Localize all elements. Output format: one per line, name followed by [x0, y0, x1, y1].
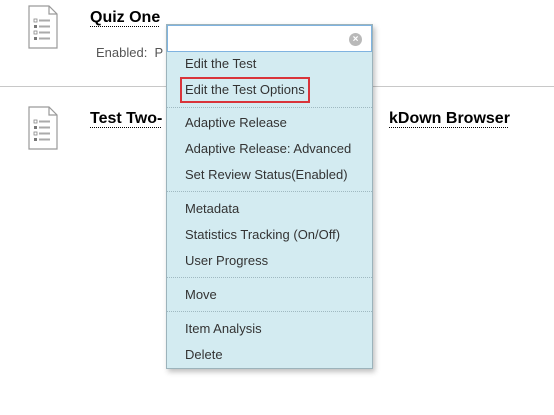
menu-separator	[167, 311, 372, 312]
menu-separator	[167, 191, 372, 192]
test-document-icon	[28, 5, 58, 49]
test-two-title-link-tail[interactable]: kDown Browser	[389, 110, 510, 128]
context-menu: × Edit the Test Edit the Test Options Ad…	[166, 24, 373, 369]
test-two-title-link[interactable]: Test Two-	[90, 110, 162, 128]
menu-item-edit-test[interactable]: Edit the Test	[185, 56, 256, 72]
close-icon[interactable]: ×	[349, 33, 362, 46]
menu-separator	[167, 277, 372, 278]
test-document-icon	[28, 106, 58, 150]
menu-item-item-analysis[interactable]: Item Analysis	[185, 321, 262, 337]
menu-item-statistics-tracking[interactable]: Statistics Tracking (On/Off)	[185, 227, 340, 243]
menu-item-set-review-status[interactable]: Set Review Status(Enabled)	[185, 167, 348, 183]
menu-header: ×	[167, 25, 372, 52]
menu-item-user-progress[interactable]: User Progress	[185, 253, 268, 269]
menu-separator	[167, 107, 372, 108]
quiz-one-enabled-status: Enabled: P	[96, 45, 164, 60]
menu-item-edit-test-options[interactable]: Edit the Test Options	[180, 77, 310, 103]
menu-item-delete[interactable]: Delete	[185, 347, 223, 363]
quiz-one-title-link[interactable]: Quiz One	[90, 9, 160, 27]
menu-item-move[interactable]: Move	[185, 287, 217, 303]
menu-item-metadata[interactable]: Metadata	[185, 201, 239, 217]
menu-item-adaptive-release[interactable]: Adaptive Release	[185, 115, 287, 131]
menu-item-adaptive-release-advanced[interactable]: Adaptive Release: Advanced	[185, 141, 351, 157]
